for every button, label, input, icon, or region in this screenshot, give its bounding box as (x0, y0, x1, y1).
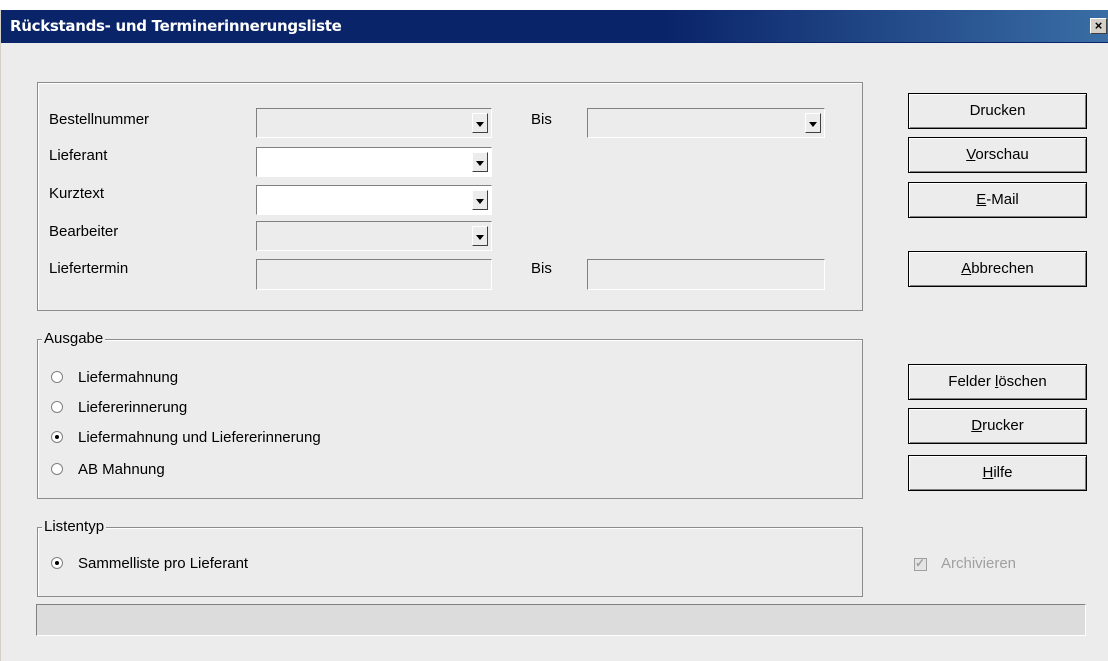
close-icon: × (1094, 18, 1103, 33)
felder-loeschen-button[interactable]: Felder löschen (908, 364, 1087, 400)
vorschau-button[interactable]: Vorschau (908, 137, 1087, 173)
radio-button[interactable] (51, 371, 63, 383)
listentyp-legend: Listentyp (42, 518, 107, 536)
radio-button[interactable] (51, 431, 63, 443)
felder-loeschen-label: öschen (998, 373, 1047, 390)
radio-label: Liefermahnung und Liefererinnerung (78, 429, 321, 446)
bearbeiter-label: Bearbeiter (49, 223, 119, 240)
bestellnummer-combo[interactable] (256, 108, 492, 138)
chevron-down-icon[interactable] (472, 113, 488, 133)
chevron-down-icon[interactable] (472, 226, 488, 246)
ausgabe-legend: Ausgabe (42, 330, 106, 348)
kurztext-label: Kurztext (49, 185, 105, 202)
drucken-label: Drucken (969, 102, 1026, 119)
felder-loeschen-hotkey: l (994, 373, 999, 390)
liefertermin-input[interactable] (256, 259, 492, 290)
radio-button[interactable] (51, 557, 63, 569)
archivieren-checkbox (914, 556, 927, 571)
window-title: Rückstands- und Terminerinnerungsliste (10, 17, 342, 35)
bearbeiter-combo[interactable] (256, 221, 492, 251)
drucken-button[interactable]: Drucken (908, 93, 1087, 129)
abbrechen-button[interactable]: Abbrechen (908, 251, 1087, 287)
radio-label: Liefermahnung (78, 369, 179, 386)
bestellnummer-bis-label: Bis (531, 111, 552, 128)
bestellnummer-label: Bestellnummer (49, 111, 150, 128)
radio-button[interactable] (51, 401, 63, 413)
abbrechen-hotkey: A (961, 260, 972, 277)
drucker-label: rucker (982, 417, 1024, 434)
felder-loeschen-prefix: Felder (948, 373, 995, 390)
hilfe-label: ilfe (993, 464, 1013, 481)
radio-label: AB Mahnung (78, 461, 165, 478)
chevron-down-icon[interactable] (472, 152, 488, 172)
radio-label: Sammelliste pro Lieferant (78, 555, 249, 572)
chevron-down-icon[interactable] (805, 113, 821, 133)
vorschau-hotkey: V (966, 146, 976, 163)
close-button[interactable]: × (1090, 18, 1107, 34)
archivieren-label: Archivieren (941, 555, 1017, 572)
liefertermin-bis-input[interactable] (587, 259, 825, 290)
liefertermin-bis-label: Bis (531, 260, 552, 277)
email-hotkey: E (976, 191, 987, 208)
abbrechen-label: bbrechen (971, 260, 1034, 277)
chevron-down-icon[interactable] (472, 190, 488, 210)
drucker-button[interactable]: Drucker (908, 408, 1087, 444)
email-button[interactable]: E-Mail (908, 182, 1087, 218)
kurztext-combo[interactable] (256, 185, 492, 215)
hilfe-hotkey: H (982, 464, 994, 481)
email-label: -Mail (986, 191, 1019, 208)
vorschau-label: orschau (975, 146, 1029, 163)
radio-button[interactable] (51, 463, 63, 475)
dialog-window: Rückstands- und Terminerinnerungsliste ×… (0, 10, 1108, 661)
drucker-hotkey: D (971, 417, 983, 434)
status-bar (36, 604, 1086, 636)
liefertermin-label: Liefertermin (49, 260, 129, 277)
hilfe-button[interactable]: Hilfe (908, 455, 1087, 491)
radio-label: Liefererinnerung (78, 399, 188, 416)
title-bar[interactable]: Rückstands- und Terminerinnerungsliste × (1, 10, 1108, 43)
lieferant-label: Lieferant (49, 147, 108, 164)
bestellnummer-bis-combo[interactable] (587, 108, 825, 138)
lieferant-combo[interactable] (256, 147, 492, 177)
